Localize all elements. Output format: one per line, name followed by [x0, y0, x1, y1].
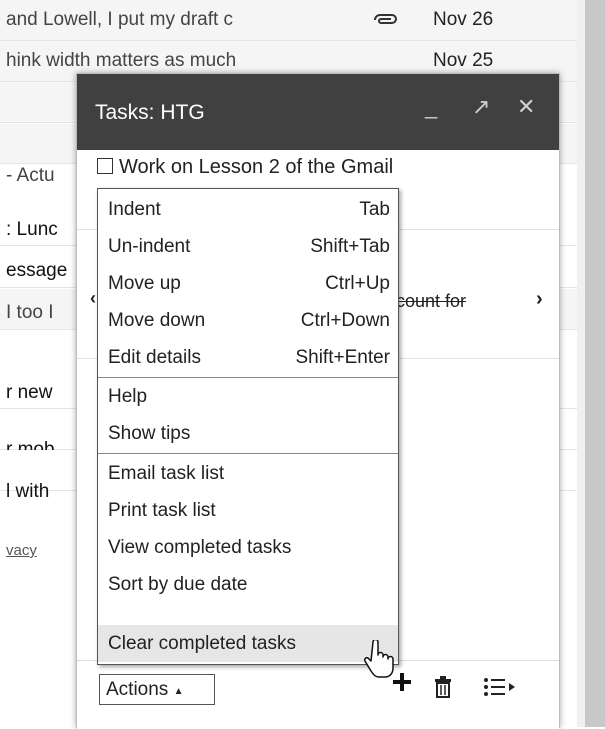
- menu-item-move-down[interactable]: Move down Ctrl+Down: [98, 302, 398, 339]
- menu-item-print-task-list[interactable]: Print task list: [98, 492, 398, 529]
- menu-item-view-completed[interactable]: View completed tasks: [98, 529, 398, 566]
- actions-menu: Indent Tab Un-indent Shift+Tab Move up C…: [97, 188, 399, 665]
- menu-item-edit-details[interactable]: Edit details Shift+Enter: [98, 339, 398, 376]
- email-subject: essage: [6, 260, 68, 281]
- email-row[interactable]: and Lowell, I put my draft c Nov 26: [0, 0, 577, 41]
- menu-item-email-task-list[interactable]: Email task list: [98, 455, 398, 492]
- menu-item-label: Indent: [108, 199, 161, 220]
- menu-separator: [98, 453, 398, 454]
- menu-item-label: Move up: [108, 273, 181, 294]
- email-subject: r new: [6, 382, 53, 403]
- close-button[interactable]: ✕: [517, 94, 535, 120]
- menu-item-label: Move down: [108, 310, 206, 331]
- trash-icon[interactable]: [433, 676, 453, 703]
- email-date: Nov 25: [433, 50, 494, 71]
- add-task-icon[interactable]: [391, 671, 413, 698]
- menu-item-label: Clear completed tasks: [108, 633, 296, 654]
- email-subject: hink width matters as much: [6, 50, 237, 71]
- tasks-header: Tasks: HTG _ ↗ ✕: [77, 74, 559, 150]
- switch-list-icon[interactable]: [483, 676, 517, 703]
- email-subject: - Actu: [6, 165, 55, 186]
- menu-item-shortcut: Tab: [359, 199, 390, 220]
- menu-item-label: Show tips: [108, 423, 191, 444]
- tasks-title: Tasks: HTG: [95, 101, 205, 124]
- menu-item-indent[interactable]: Indent Tab: [98, 191, 398, 228]
- task-text[interactable]: Work on Lesson 2 of the Gmail: [119, 156, 393, 178]
- menu-item-label: Un-indent: [108, 236, 191, 257]
- menu-item-shortcut: Shift+Enter: [295, 347, 390, 368]
- menu-item-label: Sort by due date: [108, 574, 248, 595]
- menu-item-label: View completed tasks: [108, 537, 292, 558]
- menu-item-shortcut: Ctrl+Down: [300, 310, 390, 331]
- menu-item-show-tips[interactable]: Show tips: [98, 415, 398, 452]
- paperclip-icon: [370, 12, 400, 33]
- scrollbar[interactable]: [577, 0, 605, 727]
- popout-button[interactable]: ↗: [472, 94, 490, 120]
- actions-label: Actions: [106, 679, 169, 700]
- menu-item-sort-by-due-date[interactable]: Sort by due date: [98, 566, 398, 603]
- menu-item-unindent[interactable]: Un-indent Shift+Tab: [98, 228, 398, 265]
- menu-item-shortcut: Ctrl+Up: [325, 273, 390, 294]
- menu-item-label: Edit details: [108, 347, 201, 368]
- email-subject: I too I: [6, 302, 54, 323]
- menu-item-move-up[interactable]: Move up Ctrl+Up: [98, 265, 398, 302]
- next-arrow-icon[interactable]: ›: [536, 288, 543, 311]
- menu-item-label: Help: [108, 386, 148, 407]
- hand-cursor-icon: [364, 638, 394, 683]
- tasks-footer: Actions ▲: [77, 660, 559, 729]
- menu-item-label: Email task list: [108, 463, 225, 484]
- task-row[interactable]: Work on Lesson 2 of the Gmail: [97, 156, 393, 179]
- email-subject: : Lunc: [6, 219, 58, 240]
- email-date: Nov 26: [433, 9, 494, 30]
- actions-button[interactable]: Actions ▲: [99, 674, 215, 705]
- menu-item-help[interactable]: Help: [98, 378, 398, 415]
- privacy-link[interactable]: vacy: [6, 542, 37, 559]
- email-subject: and Lowell, I put my draft c: [6, 9, 234, 30]
- previous-arrow-icon[interactable]: ‹: [90, 288, 96, 309]
- menu-item-clear-completed[interactable]: Clear completed tasks: [98, 625, 398, 662]
- email-subject: l with: [6, 481, 50, 502]
- caret-up-icon: ▲: [173, 686, 184, 697]
- menu-item-label: Print task list: [108, 500, 216, 521]
- minimize-button[interactable]: _: [425, 94, 437, 120]
- task-checkbox[interactable]: [97, 158, 113, 174]
- menu-item-shortcut: Shift+Tab: [310, 236, 390, 257]
